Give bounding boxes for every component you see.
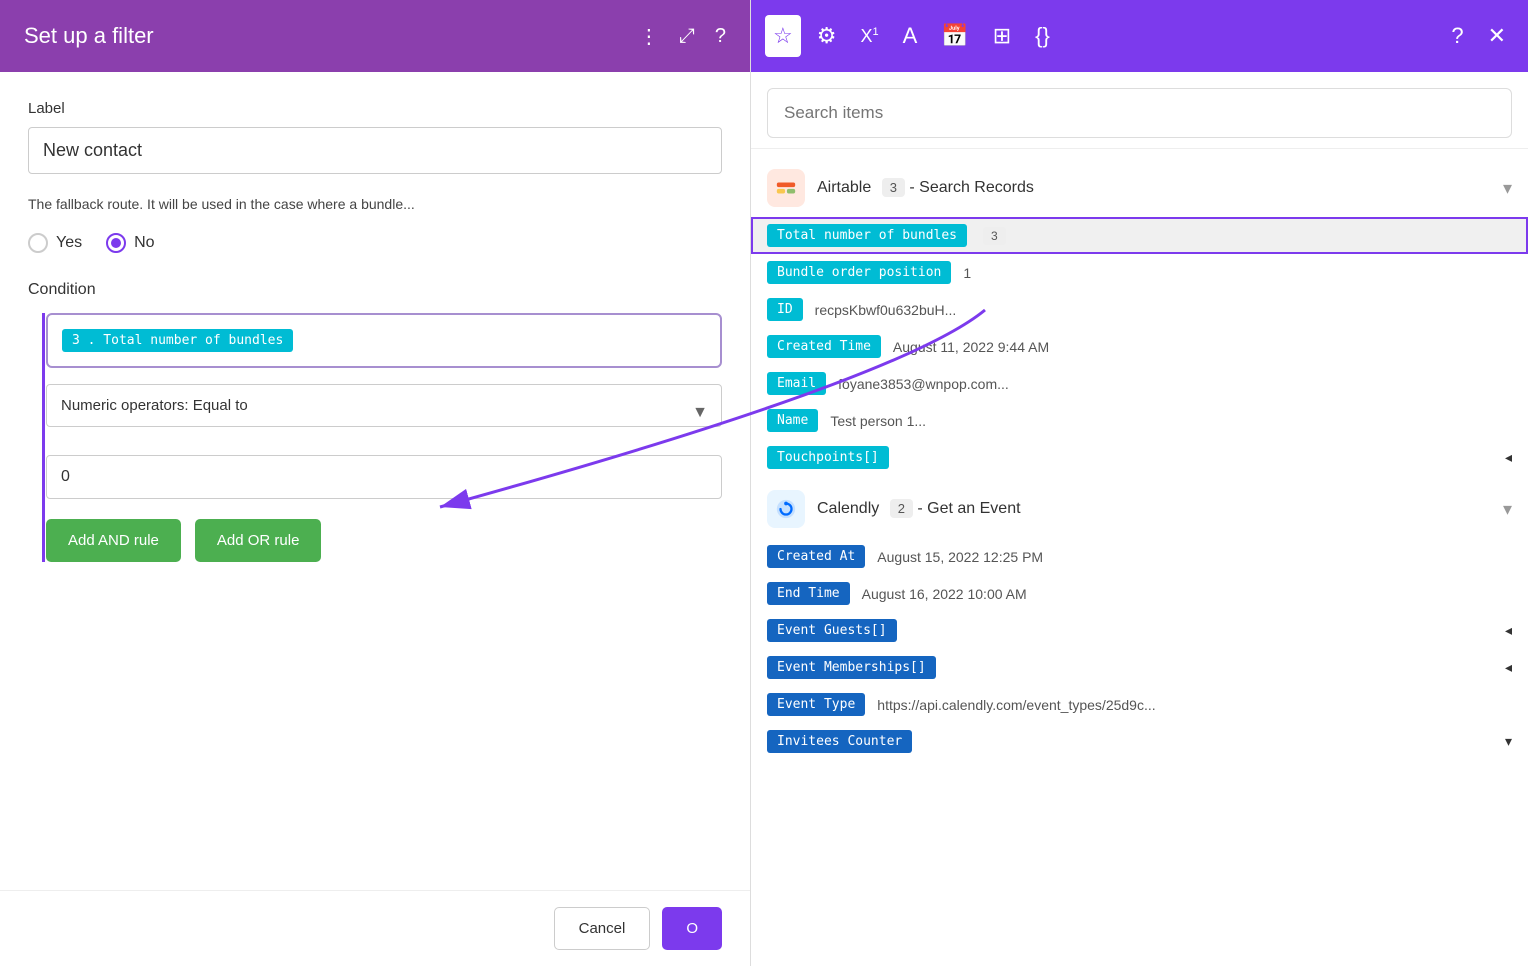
item-event-memberships[interactable]: Event Memberships[] ◂ [751,649,1528,686]
expand-icon[interactable]: ⤢ [679,25,695,48]
item-total-bundles[interactable]: Total number of bundles 3 [751,217,1528,254]
touchpoints-arrow-icon: ◂ [1505,449,1512,466]
airtable-badge: 3 [882,178,905,197]
item-event-type[interactable]: Event Type https://api.calendly.com/even… [751,686,1528,723]
radio-yes-circle[interactable] [28,233,48,253]
calendly-section: Calendly 2 - Get an Event ▾ Created At A… [751,480,1528,760]
end-time-tag: End Time [767,582,850,605]
label-input[interactable] [28,127,722,174]
airtable-name: Airtable 3 - Search Records [817,179,1491,197]
table-icon[interactable]: ⊞ [985,15,1019,57]
airtable-section: Airtable 3 - Search Records ▾ Total numb… [751,159,1528,476]
calendly-header[interactable]: Calendly 2 - Get an Event ▾ [751,480,1528,538]
created-time-tag: Created Time [767,335,881,358]
airtable-header[interactable]: Airtable 3 - Search Records ▾ [751,159,1528,217]
left-body: Label The fallback route. It will be use… [0,72,750,890]
total-bundles-tag: Total number of bundles [767,224,967,247]
item-email[interactable]: Email foyane3853@wnpop.com... [751,365,1528,402]
event-type-tag: Event Type [767,693,865,716]
item-created-at[interactable]: Created At August 15, 2022 12:25 PM [751,538,1528,575]
add-and-rule-button[interactable]: Add AND rule [46,519,181,562]
item-bundle-order[interactable]: Bundle order position 1 [751,254,1528,291]
calendly-badge: 2 [890,499,913,518]
bottom-actions: Cancel O [0,890,750,966]
add-or-rule-button[interactable]: Add OR rule [195,519,322,562]
airtable-icon [767,169,805,207]
operator-wrapper: Numeric operators: Equal to ▼ [46,384,722,441]
event-guests-tag: Event Guests[] [767,619,897,642]
calendly-chevron-icon[interactable]: ▾ [1503,499,1512,520]
confirm-button[interactable]: O [662,907,722,950]
created-at-tag: Created At [767,545,865,568]
email-tag: Email [767,372,826,395]
event-memberships-arrow-icon: ◂ [1505,659,1512,676]
item-event-guests[interactable]: Event Guests[] ◂ [751,612,1528,649]
item-touchpoints[interactable]: Touchpoints[] ◂ [751,439,1528,476]
items-list: Airtable 3 - Search Records ▾ Total numb… [751,149,1528,966]
radio-yes[interactable]: Yes [28,233,82,253]
description-text: The fallback route. It will be used in t… [28,194,722,215]
condition-tag: 3 . Total number of bundles [62,329,293,352]
code-icon[interactable]: {} [1027,15,1058,57]
dialog-title: Set up a filter [24,23,154,49]
event-guests-arrow-icon: ◂ [1505,622,1512,639]
bundle-order-tag: Bundle order position [767,261,951,284]
event-memberships-tag: Event Memberships[] [767,656,936,679]
text-icon[interactable]: A [895,15,926,57]
value-input[interactable] [46,455,722,499]
radio-group: Yes No [28,233,722,253]
button-row: Add AND rule Add OR rule [46,519,722,562]
calendly-name: Calendly 2 - Get an Event [817,500,1491,518]
cancel-button[interactable]: Cancel [554,907,651,950]
right-panel: ☆ ⚙ X1 A 📅 ⊞ {} ? ✕ Airtable [750,0,1528,966]
right-header: ☆ ⚙ X1 A 📅 ⊞ {} ? ✕ [751,0,1528,72]
condition-divider [42,313,45,562]
search-container [751,72,1528,149]
left-panel: Set up a filter ⋮ ⤢ ? Label The fallback… [0,0,750,966]
item-id[interactable]: ID recpsKbwf0u632buH... [751,291,1528,328]
invitees-counter-tag: Invitees Counter [767,730,912,753]
invitees-counter-dropdown-icon: ▾ [1505,733,1512,750]
calendar-icon[interactable]: 📅 [933,15,976,57]
calendly-icon [767,490,805,528]
help-icon[interactable]: ? [715,25,726,48]
superscript-icon[interactable]: X1 [852,18,886,55]
total-bundles-badge: 3 [983,227,1006,245]
touchpoints-tag: Touchpoints[] [767,446,889,469]
operator-select[interactable]: Numeric operators: Equal to [46,384,722,427]
radio-no-circle[interactable] [106,233,126,253]
close-icon[interactable]: ✕ [1480,15,1514,57]
star-icon[interactable]: ☆ [765,15,801,57]
id-tag: ID [767,298,803,321]
label-field-label: Label [28,100,722,117]
condition-section-label: Condition [28,281,722,299]
radio-yes-label: Yes [56,234,82,252]
name-tag: Name [767,409,818,432]
radio-no-label: No [134,234,154,252]
condition-box[interactable]: 3 . Total number of bundles [46,313,722,368]
left-header: Set up a filter ⋮ ⤢ ? [0,0,750,72]
radio-no[interactable]: No [106,233,154,253]
help-icon-right[interactable]: ? [1443,15,1471,57]
item-name[interactable]: Name Test person 1... [751,402,1528,439]
header-icons: ⋮ ⤢ ? [639,24,726,49]
airtable-chevron-icon[interactable]: ▾ [1503,178,1512,199]
more-icon[interactable]: ⋮ [639,24,659,49]
search-input[interactable] [767,88,1512,138]
item-invitees-counter[interactable]: Invitees Counter ▾ [751,723,1528,760]
gear-icon[interactable]: ⚙ [809,15,845,57]
item-end-time[interactable]: End Time August 16, 2022 10:00 AM [751,575,1528,612]
item-created-time[interactable]: Created Time August 11, 2022 9:44 AM [751,328,1528,365]
